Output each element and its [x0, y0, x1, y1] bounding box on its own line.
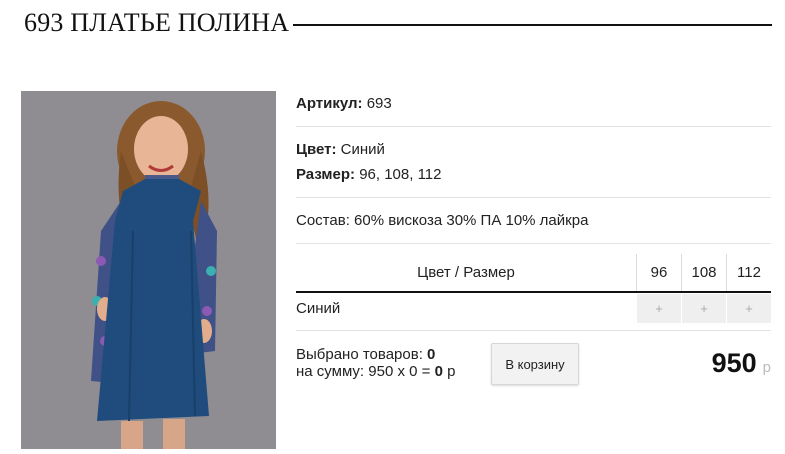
sum-expression: 950 x 0 = [368, 363, 431, 380]
add-size-108-button[interactable]: + [682, 294, 726, 323]
article-row: Артикул: 693 [296, 95, 771, 112]
sum-total: 0 [434, 363, 443, 380]
product-title: 693 ПЛАТЬЕ ПОЛИНА [24, 8, 290, 37]
price-currency: р [762, 359, 771, 376]
add-size-112-button[interactable]: + [727, 294, 771, 323]
grid-header-size: 112 [737, 264, 761, 281]
add-size-96-button[interactable]: + [637, 294, 681, 323]
article-value: 693 [366, 95, 392, 112]
composition-text: Состав: 60% вискоза 30% ПА 10% лайкра [296, 212, 589, 229]
size-value: 96, 108, 112 [359, 166, 442, 183]
size-grid: Цвет / Размер 96 108 112 Синий + + + [296, 254, 771, 331]
add-to-cart-button[interactable]: В корзину [491, 343, 579, 385]
price-value: 950 [711, 348, 757, 378]
color-label: Цвет: [296, 141, 337, 158]
selected-count: 0 [427, 346, 436, 363]
grid-row-color: Синий [296, 299, 341, 317]
grid-header-color-size: Цвет / Размер [417, 264, 515, 281]
separator [296, 197, 771, 198]
sum-currency: р [447, 363, 456, 380]
article-label: Артикул: [296, 95, 363, 112]
color-value: Синий [340, 141, 385, 158]
order-summary: Выбрано товаров: 0 на сумму: 950 x 0 = 0… [296, 346, 455, 380]
sum-line: на сумму: 950 x 0 = 0 р [296, 363, 455, 380]
dress-model-illustration [21, 91, 276, 449]
selected-label: Выбрано товаров: [296, 346, 423, 363]
separator [296, 243, 771, 244]
size-label: Размер: [296, 166, 356, 183]
title-underline [293, 24, 772, 26]
color-row: Цвет: Синий [296, 141, 771, 158]
grid-header-size: 96 [650, 264, 668, 281]
separator [296, 330, 771, 331]
size-row: Размер: 96, 108, 112 [296, 166, 771, 183]
title-row: 693 ПЛАТЬЕ ПОЛИНА [24, 6, 772, 40]
price: 950 р [712, 348, 771, 379]
grid-header-size: 108 [691, 264, 717, 281]
selected-count-line: Выбрано товаров: 0 [296, 346, 455, 363]
sum-label: на сумму: [296, 363, 365, 380]
grid-header-rule [296, 291, 771, 293]
separator [296, 126, 771, 127]
product-photo[interactable] [21, 91, 276, 449]
